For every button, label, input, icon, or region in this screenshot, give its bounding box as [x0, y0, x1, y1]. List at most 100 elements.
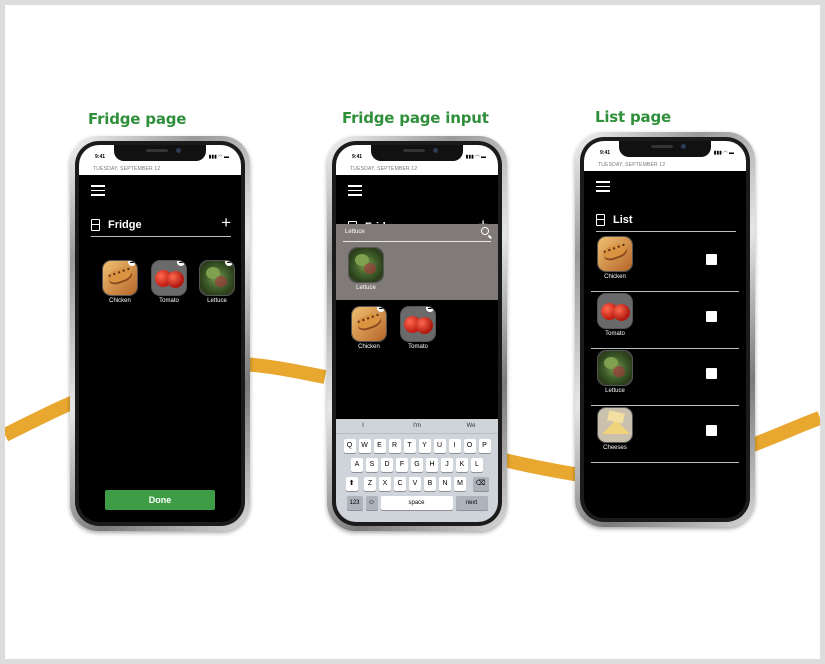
item-label: Lettuce — [207, 298, 227, 304]
lettuce-icon — [200, 261, 234, 295]
item-label: Chicken — [109, 298, 131, 304]
suggestion-bar: I I'm We — [336, 419, 498, 434]
suggestion-item[interactable]: I'm — [390, 419, 444, 433]
list-item-lettuce: Lettuce — [591, 349, 739, 406]
fridge-item-chicken[interactable]: Chicken — [100, 261, 140, 304]
delete-key-icon[interactable]: ⌫ — [472, 477, 489, 491]
cheese-icon — [598, 408, 632, 442]
list-screen: 9:41 ▮▮▮ ◠ ▬ TUESDAY, SEPTEMBER 12 List … — [584, 141, 746, 518]
hamburger-menu-icon[interactable] — [91, 185, 105, 196]
item-label: Tomato — [408, 344, 428, 350]
key[interactable]: F — [396, 458, 408, 472]
suggestion-item[interactable]: We — [444, 419, 498, 433]
key[interactable]: J — [441, 458, 453, 472]
key-row-1: Q W E R T Y U I O P — [336, 439, 498, 453]
key[interactable]: H — [426, 458, 438, 472]
key[interactable]: E — [373, 439, 386, 453]
key[interactable]: G — [411, 458, 423, 472]
phone-fridge-page: 9:41 ▮▮▮ ◠ ▬ TUESDAY, SEPTEMBER 12 Fridg… — [70, 136, 250, 531]
fridge-item-tomato[interactable]: Tomato — [149, 261, 189, 304]
list-food: Lettuce — [595, 351, 635, 394]
key[interactable]: S — [366, 458, 378, 472]
key[interactable]: Y — [418, 439, 431, 453]
done-button[interactable]: Done — [105, 490, 215, 510]
hamburger-menu-icon[interactable] — [348, 185, 362, 196]
list-checkbox[interactable] — [706, 368, 717, 379]
status-time: 9:41 — [95, 154, 106, 160]
phone-list-page: 9:41 ▮▮▮ ◠ ▬ TUESDAY, SEPTEMBER 12 List … — [575, 132, 755, 527]
fridge-item-tomato[interactable]: Tomato — [398, 307, 438, 350]
shift-key-icon[interactable]: ⬆ — [345, 477, 358, 491]
key[interactable]: W — [358, 439, 371, 453]
key[interactable]: B — [424, 477, 436, 491]
key[interactable]: P — [478, 439, 491, 453]
emoji-key-icon[interactable]: ☺ — [365, 496, 378, 510]
remove-badge-icon[interactable] — [377, 307, 385, 312]
presentation-canvas: Fridge page Fridge page input List page … — [5, 5, 820, 659]
chicken-icon — [103, 261, 137, 295]
caption-list-page: List page — [595, 108, 671, 126]
signal-icon: ▮▮▮ ◠ ▬ — [465, 154, 486, 160]
key[interactable]: Q — [343, 439, 356, 453]
signal-icon: ▮▮▮ ◠ ▬ — [713, 150, 734, 156]
add-item-icon[interactable]: + — [221, 214, 231, 232]
key[interactable]: R — [388, 439, 401, 453]
page-header: List — [596, 211, 736, 232]
key[interactable]: D — [381, 458, 393, 472]
list-item-tomato: Tomato — [591, 292, 739, 349]
list-food: Tomato — [595, 294, 635, 337]
hamburger-menu-icon[interactable] — [596, 181, 610, 192]
list-checkbox[interactable] — [706, 311, 717, 322]
key[interactable]: V — [409, 477, 421, 491]
fridge-screen: 9:41 ▮▮▮ ◠ ▬ TUESDAY, SEPTEMBER 12 Fridg… — [79, 145, 241, 522]
search-panel: Lettuce Lettuce — [336, 224, 498, 300]
status-date: TUESDAY, SEPTEMBER 12 — [598, 162, 666, 168]
key[interactable]: Z — [364, 477, 376, 491]
phone-notch — [114, 145, 206, 161]
status-date: TUESDAY, SEPTEMBER 12 — [93, 166, 161, 172]
page-title: List — [613, 214, 633, 226]
key[interactable]: C — [394, 477, 406, 491]
remove-badge-icon[interactable] — [177, 261, 185, 266]
search-icon[interactable] — [481, 227, 489, 235]
item-label: Tomato — [605, 331, 625, 337]
search-input[interactable]: Lettuce — [343, 227, 491, 242]
fridge-item-chicken[interactable]: Chicken — [349, 307, 389, 350]
suggestion-item[interactable]: I — [336, 419, 390, 433]
chicken-icon — [598, 237, 632, 271]
phone-notch — [619, 141, 711, 157]
phone-fridge-input-page: 9:41 ▮▮▮ ◠ ▬ TUESDAY, SEPTEMBER 12 Fridg… — [327, 136, 507, 531]
item-label: Chicken — [358, 344, 380, 350]
list-item-chicken: Chicken — [591, 235, 739, 292]
caption-fridge-input-page: Fridge page input — [342, 109, 489, 127]
remove-badge-icon[interactable] — [225, 261, 233, 266]
fridge-item-lettuce[interactable]: Lettuce — [197, 261, 237, 304]
key-row-2: A S D F G H J K L — [336, 458, 498, 472]
numbers-key[interactable]: 123 — [346, 496, 363, 510]
key-row-3: ⬆ Z X C V B N M ⌫ — [336, 477, 498, 491]
list-food: Cheeses — [595, 408, 635, 451]
key[interactable]: A — [351, 458, 363, 472]
page-title: Fridge — [108, 219, 142, 231]
list-checkbox[interactable] — [706, 425, 717, 436]
list-item-cheeses: Cheeses — [591, 406, 739, 463]
key[interactable]: O — [463, 439, 476, 453]
space-key[interactable]: space — [380, 496, 453, 510]
remove-badge-icon[interactable] — [426, 307, 434, 312]
key[interactable]: K — [456, 458, 468, 472]
key[interactable]: I — [448, 439, 461, 453]
key[interactable]: N — [439, 477, 451, 491]
key[interactable]: L — [471, 458, 483, 472]
key-row-4: 123 ☺ space next — [336, 496, 498, 510]
item-label: Lettuce — [605, 388, 625, 394]
key[interactable]: X — [379, 477, 391, 491]
signal-icon: ▮▮▮ ◠ ▬ — [208, 154, 229, 160]
key[interactable]: U — [433, 439, 446, 453]
key[interactable]: T — [403, 439, 416, 453]
next-key[interactable]: next — [455, 496, 488, 510]
key[interactable]: M — [454, 477, 466, 491]
remove-badge-icon[interactable] — [128, 261, 136, 266]
page-header: Fridge + — [91, 214, 231, 237]
search-result-lettuce[interactable]: Lettuce — [346, 248, 386, 291]
list-checkbox[interactable] — [706, 254, 717, 265]
